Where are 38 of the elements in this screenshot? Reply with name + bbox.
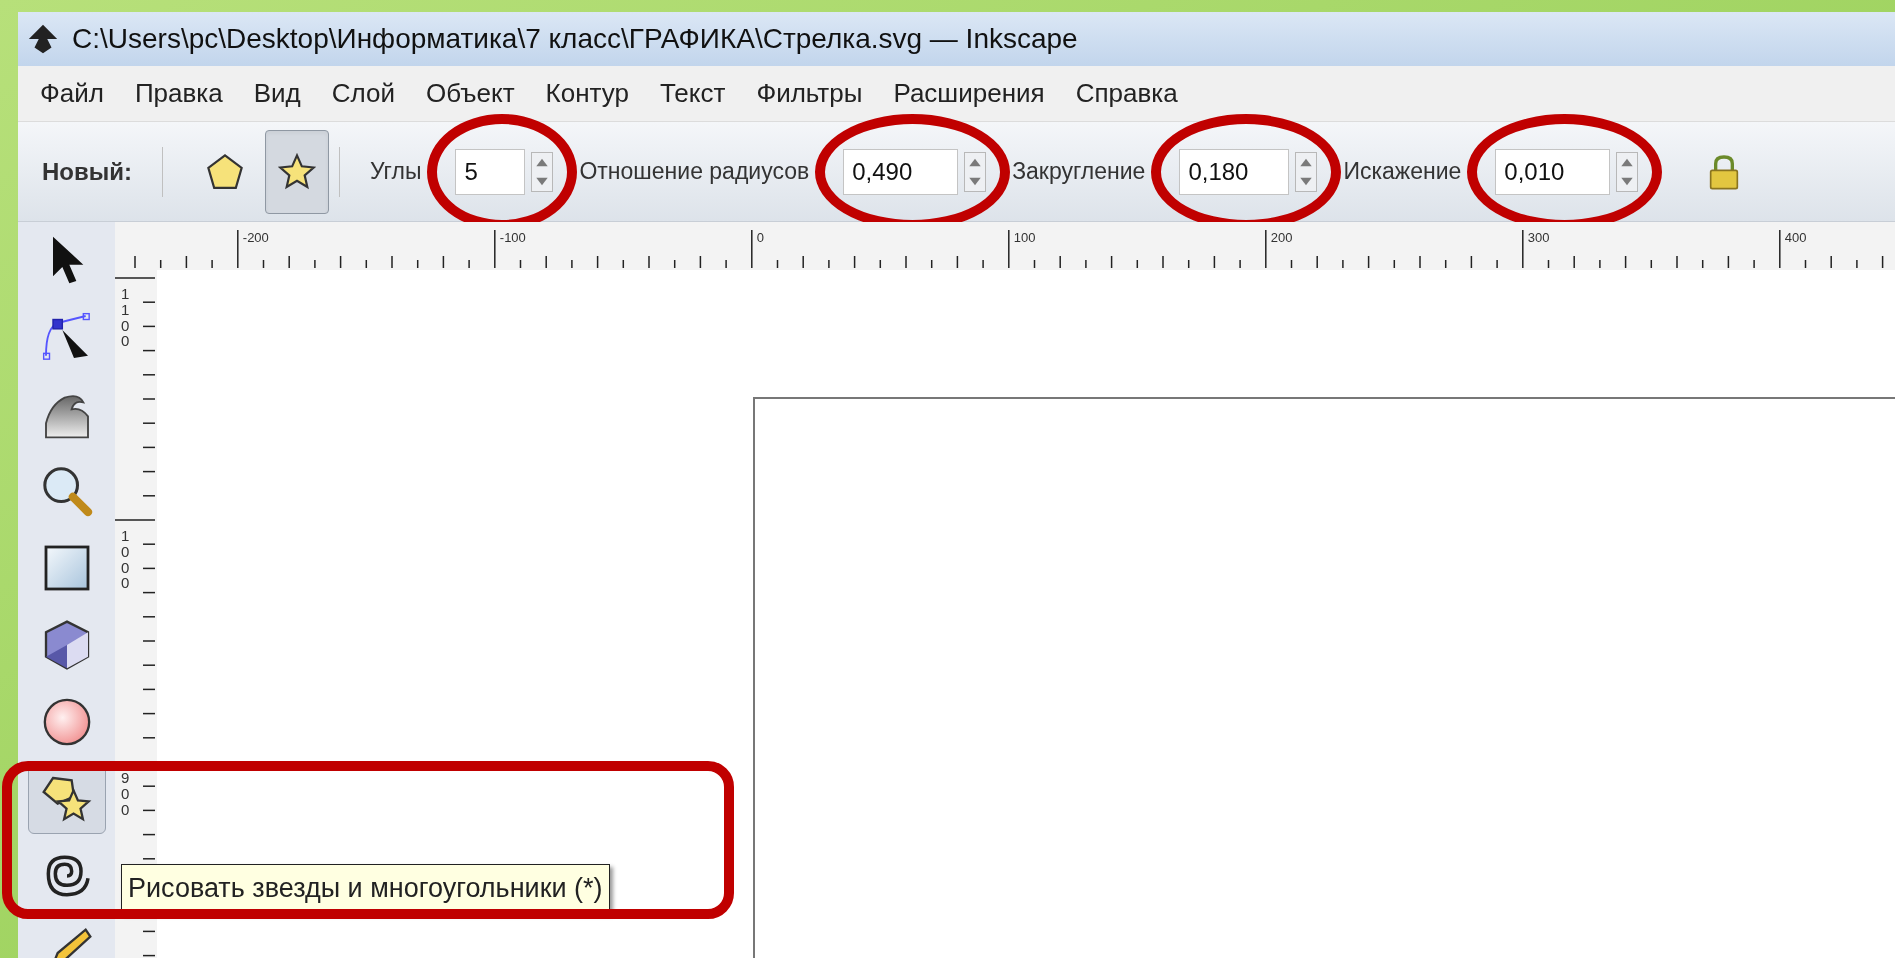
menu-item[interactable]: Правка <box>134 74 223 113</box>
star-icon <box>277 151 317 192</box>
menu-item[interactable]: Справка <box>1075 74 1178 113</box>
toolbar-label: Новый: <box>42 156 132 187</box>
ruler-label: 400 <box>1784 229 1807 247</box>
menu-item[interactable]: Вид <box>253 74 301 113</box>
ruler-label: 1100 <box>121 286 130 349</box>
pentagon-icon <box>205 151 245 192</box>
number-field[interactable]: 0,010 <box>1495 148 1611 195</box>
number-field[interactable]: 0,180 <box>1179 148 1290 195</box>
spin-buttons[interactable] <box>1616 151 1639 192</box>
field-label: Закругление <box>1012 157 1146 187</box>
ruler-label: 0 <box>756 229 765 247</box>
mode-button[interactable] <box>265 129 329 214</box>
window-title: C:\Users\pc\Desktop\Информатика\7 класс\ГРАФИКА\Стрелка.svg — Inkscape <box>72 22 1078 56</box>
menu-item[interactable]: Файл <box>40 74 104 113</box>
number-field[interactable]: 0,490 <box>843 148 959 195</box>
menu-item[interactable]: Объект <box>426 74 515 113</box>
app-logo-icon <box>26 22 60 56</box>
spin-buttons[interactable] <box>531 151 554 192</box>
ruler-label: 900 <box>121 770 130 818</box>
spin-buttons[interactable] <box>1295 151 1318 192</box>
field-label: Отношение радиусов <box>579 157 810 187</box>
ruler-label: -100 <box>499 229 526 247</box>
ruler-label: 200 <box>1270 229 1293 247</box>
field-label: Углы <box>370 157 422 187</box>
field-label: Искажение <box>1343 157 1462 187</box>
ruler-label: 100 <box>1013 229 1036 247</box>
ruler-label: -200 <box>242 229 269 247</box>
ruler-label: 300 <box>1527 229 1550 247</box>
menu-item[interactable]: Контур <box>545 74 629 113</box>
menu-item[interactable]: Расширения <box>893 74 1045 113</box>
number-field[interactable]: 5 <box>455 148 526 195</box>
menu-item[interactable]: Фильтры <box>756 74 863 113</box>
menu-item[interactable]: Текст <box>659 74 726 113</box>
spin-buttons[interactable] <box>964 151 987 192</box>
ruler-label: 1000 <box>121 528 130 591</box>
menu-item[interactable]: Слой <box>331 74 396 113</box>
